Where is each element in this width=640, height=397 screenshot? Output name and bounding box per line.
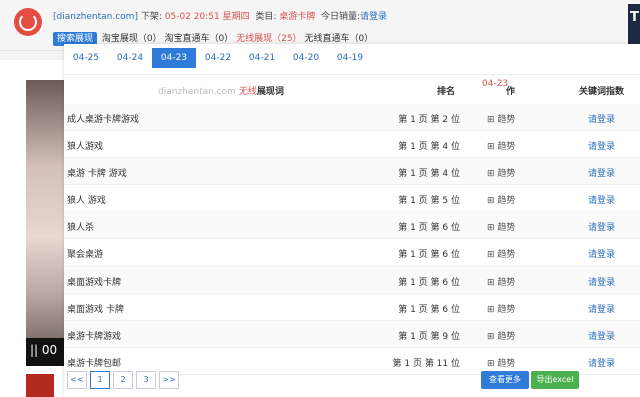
- index-login-link[interactable]: 请登录: [588, 247, 615, 260]
- pagination: << 1 2 3 >>: [67, 371, 182, 389]
- column-index-header: 关键词指数: [579, 87, 625, 97]
- trend-button[interactable]: ⊞ 趋势: [487, 356, 515, 369]
- table-row: 聚会桌游 第 1 页 第 6 位 ⊞ 趋势 请登录: [64, 239, 640, 267]
- page-next-button[interactable]: >>: [159, 371, 179, 389]
- view-more-button[interactable]: 查看更多: [481, 371, 529, 389]
- page-2-button[interactable]: 2: [113, 371, 133, 389]
- tab-date[interactable]: 04-25: [64, 48, 108, 68]
- trend-button[interactable]: ⊞ 趋势: [487, 193, 515, 206]
- table-row: 狼人 游戏 第 1 页 第 5 位 ⊞ 趋势 请登录: [64, 185, 640, 213]
- keyword-cell: 桌面游戏 卡牌: [67, 304, 124, 315]
- table-row: 桌面游戏 卡牌 第 1 页 第 6 位 ⊞ 趋势 请登录: [64, 294, 640, 321]
- rank-cell: 第 1 页 第 6 位: [398, 223, 460, 234]
- wireless-label: 无线: [238, 87, 257, 97]
- column-keyword-header: dianzhentan.com 无线展现词: [158, 84, 284, 97]
- table-header: dianzhentan.com 无线展现词 排名 04-23 作 关键词指数: [64, 74, 640, 106]
- index-login-link[interactable]: 请登录: [588, 356, 615, 369]
- video-controls[interactable]: || 00: [26, 338, 64, 366]
- keyword-cell: 桌面游戏卡牌: [67, 277, 122, 288]
- app-logo-icon: [14, 8, 42, 36]
- page-1-button[interactable]: 1: [90, 371, 110, 389]
- keyword-cell: 桌游 卡牌 游戏: [67, 169, 127, 180]
- trend-button[interactable]: ⊞ 趋势: [487, 166, 515, 179]
- table-row: 桌面游戏卡牌 第 1 页 第 6 位 ⊞ 趋势 请登录: [64, 266, 640, 294]
- column-date-header: 04-23: [482, 79, 509, 89]
- tab-date[interactable]: 04-24: [108, 48, 152, 68]
- sales-login-link[interactable]: 请登录: [360, 12, 387, 22]
- rank-cell: 第 1 页 第 5 位: [398, 196, 460, 207]
- index-login-link[interactable]: 请登录: [588, 302, 615, 315]
- tab-date[interactable]: 04-19: [328, 48, 372, 68]
- keyword-popup: 04-25 04-24 04-23 04-22 04-21 04-20 04-1…: [64, 44, 640, 397]
- table-row: 狼人杀 第 1 页 第 6 位 ⊞ 趋势 请登录: [64, 212, 640, 240]
- page-prev-button[interactable]: <<: [67, 371, 87, 389]
- rank-cell: 第 1 页 第 4 位: [398, 169, 460, 180]
- table-row: 桌游卡牌游戏 第 1 页 第 9 位 ⊞ 趋势 请登录: [64, 320, 640, 348]
- trend-button[interactable]: ⊞ 趋势: [487, 302, 515, 315]
- table-row: 桌游 卡牌 游戏 第 1 页 第 4 位 ⊞ 趋势 请登录: [64, 158, 640, 186]
- mini-thumbnail[interactable]: [26, 374, 54, 397]
- column-op-header: 作: [506, 87, 516, 97]
- export-excel-button[interactable]: 导出excel: [531, 371, 579, 389]
- trend-button[interactable]: ⊞ 趋势: [487, 329, 515, 342]
- product-video[interactable]: [26, 80, 64, 366]
- keyword-cell: 狼人杀: [67, 223, 95, 234]
- keyword-cell: 桌游卡牌游戏: [67, 331, 122, 342]
- index-login-link[interactable]: 请登录: [588, 112, 615, 125]
- index-login-link[interactable]: 请登录: [588, 139, 615, 152]
- rank-cell: 第 1 页 第 11 位: [392, 358, 460, 369]
- keyword-cell: 成人桌游卡牌游戏: [67, 115, 140, 125]
- item-meta-line: [dianzhentan.com] 下架: 05-02 20:51 星期四 类目…: [53, 9, 387, 22]
- trend-button[interactable]: ⊞ 趋势: [487, 275, 515, 288]
- index-login-link[interactable]: 请登录: [588, 166, 615, 179]
- tab-date[interactable]: 04-20: [284, 48, 328, 68]
- right-thumbnail: T: [628, 4, 640, 44]
- page-3-button[interactable]: 3: [136, 371, 156, 389]
- wireless-train[interactable]: 无线直通车（0）: [304, 34, 373, 44]
- category-value: 桌游卡牌: [279, 12, 316, 22]
- index-login-link[interactable]: 请登录: [588, 193, 615, 206]
- taobao-train[interactable]: 淘宝直通车（0）: [165, 34, 234, 44]
- taobao-show[interactable]: 淘宝展现（0）: [102, 34, 162, 44]
- sales-label: 今日销量:: [320, 12, 361, 22]
- table-row: 狼人游戏 第 1 页 第 4 位 ⊞ 趋势 请登录: [64, 131, 640, 159]
- index-login-link[interactable]: 请登录: [588, 275, 615, 288]
- watermark: dianzhentan.com: [158, 87, 236, 97]
- trend-button[interactable]: ⊞ 趋势: [487, 112, 515, 125]
- column-rank-header: 排名: [437, 87, 456, 97]
- tab-date[interactable]: 04-21: [240, 48, 284, 68]
- category-label: 类目:: [255, 12, 277, 22]
- keyword-cell: 狼人游戏: [67, 142, 104, 153]
- trend-button[interactable]: ⊞ 趋势: [487, 139, 515, 152]
- tab-date[interactable]: 04-22: [196, 48, 240, 68]
- keyword-cell: 桌游卡牌包邮: [67, 358, 122, 369]
- wireless-show[interactable]: 无线展现（25）: [236, 34, 301, 44]
- pause-icon[interactable]: || 00: [30, 343, 57, 357]
- date-tabs: 04-25 04-24 04-23 04-22 04-21 04-20 04-1…: [64, 48, 372, 72]
- index-login-link[interactable]: 请登录: [588, 220, 615, 233]
- trend-button[interactable]: ⊞ 趋势: [487, 220, 515, 233]
- tab-date-active[interactable]: 04-23: [152, 48, 196, 68]
- index-login-link[interactable]: 请登录: [588, 329, 615, 342]
- rank-cell: 第 1 页 第 6 位: [398, 250, 460, 261]
- rank-cell: 第 1 页 第 6 位: [398, 304, 460, 315]
- keyword-cell: 聚会桌游: [67, 250, 104, 261]
- rank-cell: 第 1 页 第 9 位: [398, 331, 460, 342]
- shelf-label: 下架:: [140, 12, 162, 22]
- rank-cell: 第 1 页 第 4 位: [398, 142, 460, 153]
- domain-link[interactable]: [dianzhentan.com]: [53, 12, 138, 22]
- shelf-time: 05-02 20:51 星期四: [164, 12, 250, 22]
- rank-cell: 第 1 页 第 6 位: [398, 277, 460, 288]
- keyword-table: 成人桌游卡牌游戏第 1 页 第 2 位 ⊞ 趋势 请登录 狼人游戏第 1 页 第 4 …: [64, 104, 640, 375]
- rank-cell: 第 1 页 第 2 位: [398, 115, 460, 125]
- display-stats-line: 搜索展现 淘宝展现（0） 淘宝直通车（0） 无线展现（25） 无线直通车（0）: [53, 31, 373, 46]
- keyword-cell: 狼人 游戏: [67, 196, 106, 207]
- table-row: 成人桌游卡牌游戏 第 1 页 第 2 位 ⊞ 趋势 请登录: [64, 104, 640, 132]
- keyword-header-label: 展现词: [256, 87, 284, 97]
- trend-button[interactable]: ⊞ 趋势: [487, 247, 515, 260]
